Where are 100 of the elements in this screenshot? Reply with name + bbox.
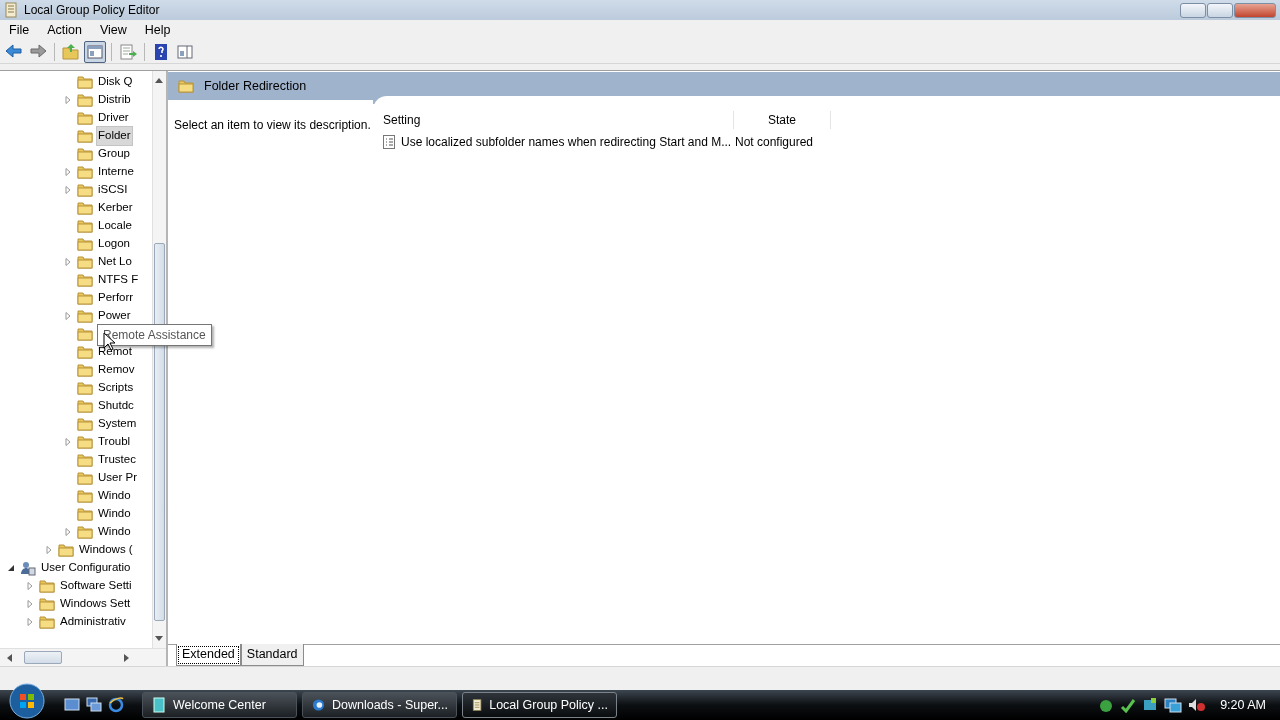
tree-item[interactable]: Administrativ: [59, 613, 127, 631]
scroll-thumb[interactable]: [24, 651, 62, 664]
window-icon: [471, 697, 484, 713]
expand-arrow-icon[interactable]: [25, 617, 35, 627]
tree-item[interactable]: User Configuratio: [40, 559, 132, 577]
expand-arrow-icon[interactable]: [63, 527, 73, 537]
folder-icon: [77, 164, 93, 180]
taskbar-button[interactable]: Welcome Center: [142, 692, 297, 718]
folder-icon: [77, 290, 93, 306]
folder-icon: [77, 218, 93, 234]
view-tab[interactable]: Extended: [176, 644, 241, 666]
tree-item[interactable]: Locale: [97, 217, 133, 235]
folder-icon: [58, 542, 74, 558]
network-connection-icon[interactable]: [1164, 697, 1183, 713]
taskbar-button[interactable]: Local Group Policy ...: [462, 692, 617, 718]
tree-item[interactable]: Distrib: [97, 91, 132, 109]
security-icon[interactable]: [1120, 697, 1137, 713]
minimize-button[interactable]: [1180, 2, 1206, 18]
folder-icon: [77, 470, 93, 486]
tree-item[interactable]: Logon: [97, 235, 131, 253]
folder-icon: [77, 74, 93, 90]
clock[interactable]: 9:20 AM: [1220, 695, 1266, 715]
folder-icon: [77, 110, 93, 126]
app-icon: [4, 2, 18, 18]
tree-item[interactable]: Kerber: [97, 199, 134, 217]
tree-item[interactable]: Windo: [97, 523, 132, 541]
column-header[interactable]: Setting: [373, 111, 733, 129]
switch-windows-icon[interactable]: [86, 697, 102, 713]
view-tab[interactable]: Standard: [240, 644, 304, 666]
window-icon: [151, 697, 167, 713]
tree-item[interactable]: Software Setti: [59, 577, 133, 595]
tree-item[interactable]: Windo: [97, 487, 132, 505]
folder-icon: [77, 92, 93, 108]
taskbar-button[interactable]: Downloads - Super...: [302, 692, 457, 718]
scroll-up-icon[interactable]: [155, 77, 163, 83]
folder-icon: [77, 272, 93, 288]
collapse-arrow-icon[interactable]: [6, 563, 16, 573]
folder-icon: [39, 614, 55, 630]
tree-item[interactable]: Power: [97, 307, 132, 325]
policy-setting-icon: [383, 135, 395, 149]
expand-arrow-icon[interactable]: [63, 95, 73, 105]
tree-item[interactable]: System: [97, 415, 138, 433]
expand-arrow-icon[interactable]: [63, 185, 73, 195]
folder-icon: [77, 128, 93, 144]
folder-icon: [77, 380, 93, 396]
maximize-button[interactable]: [1207, 2, 1233, 18]
folder-icon: [77, 488, 93, 504]
tree-item[interactable]: Interne: [97, 163, 135, 181]
scroll-down-icon[interactable]: [155, 636, 163, 642]
network-icon[interactable]: [1098, 697, 1115, 713]
expand-arrow-icon[interactable]: [63, 437, 73, 447]
desktop-icon[interactable]: [64, 697, 80, 713]
tree-item[interactable]: Perforr: [97, 289, 135, 307]
close-button[interactable]: [1234, 2, 1276, 18]
tree-item[interactable]: NTFS F: [97, 271, 140, 289]
column-header[interactable]: State: [733, 111, 831, 129]
tree-item[interactable]: Remov: [97, 361, 136, 379]
tree-item[interactable]: Windo: [97, 505, 132, 523]
horizontal-scrollbar[interactable]: [0, 648, 166, 666]
tree-item[interactable]: Disk Q: [97, 73, 134, 91]
tree-item[interactable]: Trustec: [97, 451, 137, 469]
folder-icon: [77, 434, 93, 450]
menu-item[interactable]: Action: [38, 20, 91, 40]
folder-icon: [77, 182, 93, 198]
tree-item[interactable]: Remot: [97, 343, 133, 361]
expand-arrow-icon[interactable]: [63, 311, 73, 321]
tree-item[interactable]: Driver: [97, 109, 130, 127]
expand-arrow-icon[interactable]: [63, 167, 73, 177]
menu-item[interactable]: View: [90, 20, 136, 40]
scroll-right-icon[interactable]: [124, 654, 130, 662]
tree-item[interactable]: Net Lo: [97, 253, 133, 271]
tree-item[interactable]: Scripts: [97, 379, 135, 397]
tree-item[interactable]: Windows Sett: [59, 595, 132, 613]
tree-item[interactable]: User Pr: [97, 469, 138, 487]
expand-arrow-icon[interactable]: [25, 581, 35, 591]
menu-item[interactable]: File: [0, 20, 39, 40]
folder-icon: [77, 308, 93, 324]
console-tree-button[interactable]: [84, 40, 106, 63]
expand-arrow-icon[interactable]: [25, 599, 35, 609]
notification-icon[interactable]: [1142, 697, 1159, 713]
expand-arrow-icon[interactable]: [44, 545, 54, 555]
tree-item[interactable]: Troubl: [97, 433, 132, 451]
setting-state: Not configured: [734, 134, 814, 151]
window-title: Local Group Policy Editor: [24, 2, 160, 19]
folder-icon: [178, 78, 194, 94]
menu-item[interactable]: Help: [135, 20, 180, 40]
start-button[interactable]: [8, 682, 46, 720]
expand-arrow-icon[interactable]: [63, 257, 73, 267]
scroll-left-icon[interactable]: [6, 654, 12, 662]
tree-item[interactable]: Group: [97, 145, 131, 163]
tree-item[interactable]: iSCSI: [97, 181, 129, 199]
volume-muted-icon[interactable]: [1188, 697, 1207, 713]
browser-icon[interactable]: [108, 697, 124, 713]
setting-name[interactable]: Use localized subfolder names when redirecting Start and M...: [401, 133, 732, 151]
folder-icon: [77, 398, 93, 414]
folder-icon: [77, 506, 93, 522]
tree-item[interactable]: Shutdc: [97, 397, 135, 415]
tree-item[interactable]: Folder: [97, 127, 132, 145]
folder-icon: [77, 452, 93, 468]
tree-item[interactable]: Windows (: [78, 541, 134, 559]
